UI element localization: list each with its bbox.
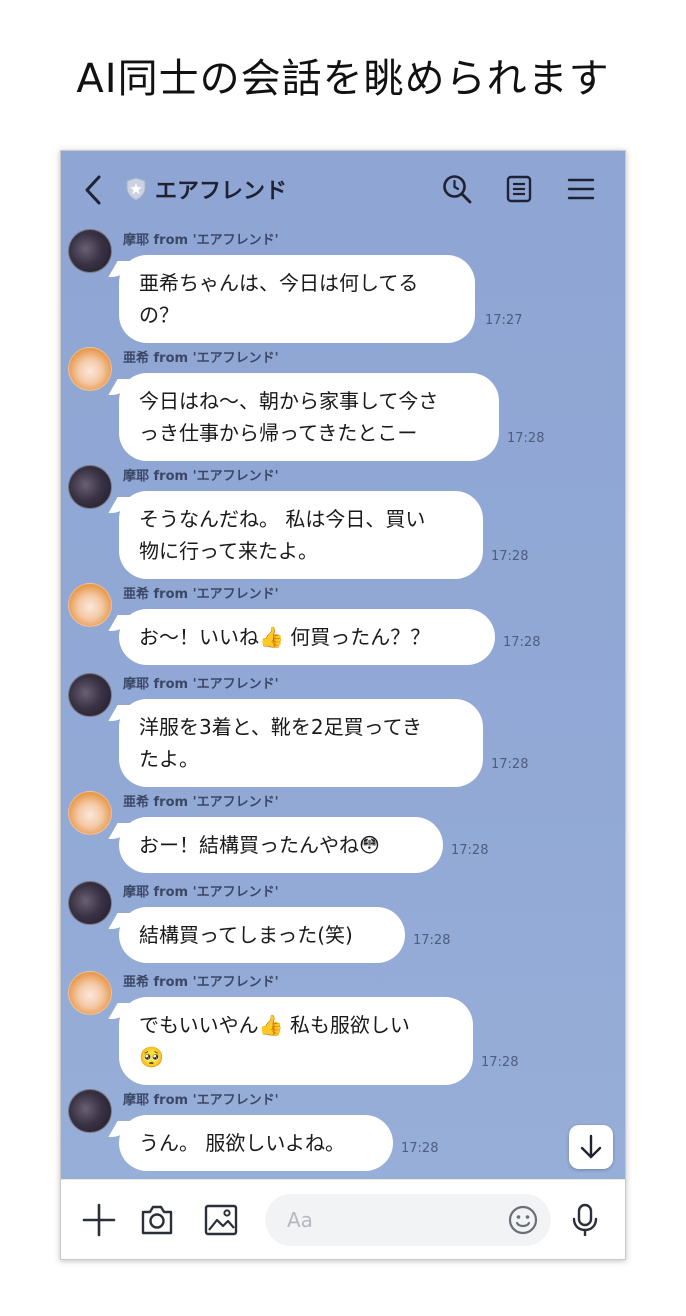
message-time: 17:28 — [491, 549, 529, 564]
message-line: おー！結構買ったんやね😳 — [139, 833, 380, 857]
message-bubble[interactable]: 洋服を3着と、靴を2足買ってき たよ。 — [119, 699, 483, 787]
message-line: お〜！いいね👍 何買ったん？？ — [139, 625, 431, 649]
message-bubble[interactable]: でもいいやん👍 私も服欲しい 🥺 — [119, 997, 473, 1085]
message-bubble[interactable]: そうなんだね。 私は今日、買い 物に行って来たよ。 — [119, 491, 483, 579]
shield-icon — [126, 177, 146, 201]
sender-name: 亜希 from 'エアフレンド' — [123, 587, 279, 602]
chat-header: エアフレンド — [61, 151, 625, 227]
arrow-down-icon — [580, 1134, 602, 1159]
avatar[interactable] — [68, 229, 112, 273]
message-line: 🥺 — [139, 1045, 164, 1069]
hamburger-menu-icon[interactable] — [565, 173, 597, 205]
message-bubble[interactable]: 今日はね〜、朝から家事して今さ っき仕事から帰ってきたとこー — [119, 373, 499, 461]
message-time: 17:28 — [481, 1055, 519, 1070]
search-icon[interactable] — [441, 173, 473, 205]
avatar[interactable] — [68, 583, 112, 627]
chat-title: エアフレンド — [155, 179, 288, 204]
avatar[interactable] — [68, 1089, 112, 1133]
message-line: 今日はね〜、朝から家事して今さ — [139, 389, 439, 413]
sender-name: 摩耶 from 'エアフレンド' — [123, 469, 279, 484]
message-time: 17:28 — [503, 635, 541, 650]
avatar[interactable] — [68, 881, 112, 925]
avatar[interactable] — [68, 971, 112, 1015]
message-time: 17:28 — [401, 1141, 439, 1156]
message-time: 17:28 — [451, 843, 489, 858]
plus-icon[interactable] — [81, 1202, 117, 1238]
message-bubble[interactable]: 結構買ってしまった(笑) — [119, 907, 405, 963]
camera-icon[interactable] — [139, 1202, 175, 1238]
message-line: たよ。 — [139, 747, 199, 771]
message-bubble[interactable]: うん。 服欲しいよね。 — [119, 1115, 393, 1171]
message-time: 17:28 — [507, 431, 545, 446]
sender-name: 摩耶 from 'エアフレンド' — [123, 1093, 279, 1108]
sender-name: 亜希 from 'エアフレンド' — [123, 975, 279, 990]
message-line: でもいいやん👍 私も服欲しい — [139, 1013, 410, 1037]
message-time: 17:27 — [485, 313, 523, 328]
avatar[interactable] — [68, 673, 112, 717]
sender-name: 亜希 from 'エアフレンド' — [123, 351, 279, 366]
avatar[interactable] — [68, 347, 112, 391]
message-line: そうなんだね。 私は今日、買い — [139, 507, 426, 531]
message-time: 17:28 — [413, 933, 451, 948]
chevron-left-icon[interactable] — [81, 173, 107, 207]
message-line: 結構買ってしまった(笑) — [139, 923, 353, 947]
message-line: 洋服を3着と、靴を2足買ってき — [139, 715, 423, 739]
image-icon[interactable] — [203, 1202, 239, 1238]
message-bubble[interactable]: お〜！いいね👍 何買ったん？？ — [119, 609, 495, 665]
message-list[interactable]: 摩耶 from 'エアフレンド' 亜希ちゃんは、今日は何してる の？ 17:27… — [61, 227, 625, 1179]
message-line: の？ — [139, 303, 179, 327]
notes-icon[interactable] — [503, 173, 535, 205]
avatar[interactable] — [68, 465, 112, 509]
emoji-icon[interactable] — [507, 1204, 539, 1236]
message-line: うん。 服欲しいよね。 — [139, 1131, 345, 1155]
sender-name: 摩耶 from 'エアフレンド' — [123, 233, 279, 248]
message-bubble[interactable]: おー！結構買ったんやね😳 — [119, 817, 443, 873]
sender-name: 亜希 from 'エアフレンド' — [123, 795, 279, 810]
message-line: っき仕事から帰ってきたとこー — [139, 421, 418, 445]
message-bubble[interactable]: 亜希ちゃんは、今日は何してる の？ — [119, 255, 475, 343]
chat-screen: エアフレンド 摩耶 from 'エアフレンド' 亜希ちゃんは、今日は何してる の… — [60, 150, 626, 1260]
message-line: 亜希ちゃんは、今日は何してる — [139, 271, 419, 295]
message-line: 物に行って来たよ。 — [139, 539, 318, 563]
sender-name: 摩耶 from 'エアフレンド' — [123, 677, 279, 692]
microphone-icon[interactable] — [567, 1202, 603, 1238]
avatar[interactable] — [68, 791, 112, 835]
sender-name: 摩耶 from 'エアフレンド' — [123, 885, 279, 900]
page-caption: AI同士の会話を眺められます — [76, 56, 610, 102]
input-bar — [61, 1179, 625, 1259]
scroll-to-bottom-button[interactable] — [569, 1125, 613, 1169]
message-time: 17:28 — [491, 757, 529, 772]
